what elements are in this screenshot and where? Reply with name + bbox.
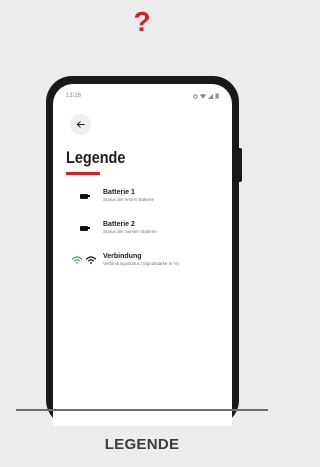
- legend-description: Status der ersten Batterie: [103, 197, 155, 202]
- legend-label: Verbindung: [103, 253, 142, 260]
- caption: LEGENDE: [104, 436, 180, 453]
- phone-screen: 13:26 Legende Batterie 1 Status der erst…: [53, 84, 232, 426]
- legend-item-connection: Verbindung Verbindungsstatus (Signalstär…: [70, 253, 230, 267]
- status-icons: [193, 93, 219, 99]
- battery-status-icon: [215, 93, 219, 99]
- legend-description: Verbindungsstatus (Signalstärke in %): [103, 261, 180, 266]
- legend-description: Status der zweiten Batterie: [103, 229, 157, 234]
- legend-label: Batterie 1: [103, 189, 135, 196]
- back-button[interactable]: [70, 114, 91, 135]
- status-bar: 13:26: [66, 93, 219, 99]
- question-mark: ?: [133, 6, 151, 37]
- legend-item-battery-2: Batterie 2 Status der zweiten Batterie: [70, 221, 230, 235]
- wifi-icon: [70, 253, 98, 267]
- battery-icon: [70, 189, 98, 203]
- phone-frame: 13:26 Legende Batterie 1 Status der erst…: [46, 76, 242, 426]
- phone-side-button: [239, 148, 242, 182]
- legend-label: Batterie 2: [103, 221, 135, 228]
- legend-item-battery-1: Batterie 1 Status der ersten Batterie: [70, 189, 230, 203]
- status-time: 13:26: [66, 93, 82, 99]
- shelf-line: [16, 409, 268, 411]
- wifi-black-icon: [86, 256, 96, 264]
- arrow-left-icon: [76, 121, 85, 128]
- settings-status-icon: [193, 93, 198, 99]
- title-underline: [66, 172, 100, 175]
- page-title: Legende: [66, 148, 126, 167]
- signal-status-icon: [208, 93, 213, 99]
- wifi-green-icon: [72, 256, 82, 264]
- wifi-status-icon: [200, 93, 206, 98]
- battery-icon: [70, 221, 98, 235]
